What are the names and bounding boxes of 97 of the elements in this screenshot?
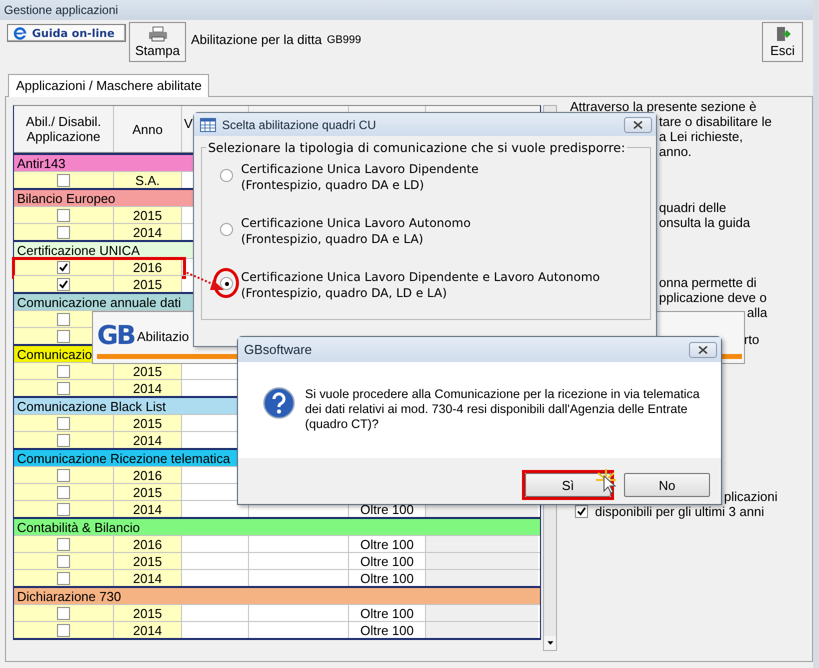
- annotation-arrow: [182, 269, 226, 293]
- window-title: Gestione applicazioni: [4, 3, 118, 17]
- dialog-button[interactable]: No: [624, 473, 710, 497]
- checkbox[interactable]: [57, 538, 70, 550]
- group-name: Bilancio Europeo: [17, 190, 116, 206]
- column-header: Anno: [114, 106, 182, 152]
- checkbox[interactable]: [57, 364, 70, 378]
- table-cell: Oltre 100: [360, 570, 414, 586]
- group-name: Contabilità & Bilancio: [17, 520, 140, 534]
- help-text-line: alla: [747, 305, 768, 320]
- table-cell: Oltre 100: [360, 606, 414, 620]
- option-label[interactable]: Certificazione Unica Lavoro Autonomo (Frontespizio, quadro DA e LA): [241, 215, 471, 247]
- year-cell: 2016: [133, 260, 162, 274]
- group-name: Comunicazione Ricezione telematica: [17, 450, 230, 466]
- dialog-title: GBsoftware: [244, 342, 312, 357]
- radio-button[interactable]: [220, 223, 233, 236]
- group-name: Comunicazione annuale dati: [17, 294, 182, 310]
- company-code: GB999: [326, 34, 362, 46]
- checkbox[interactable]: [57, 382, 70, 394]
- help-text-line: pplicazione deve o: [659, 290, 767, 305]
- help-text-line: onsulta la guida: [659, 215, 750, 230]
- close-icon: [698, 346, 708, 354]
- message-text: Si vuole procedere alla Comunicazione per la ricezione in via telematica dei dati relativi ai mod. 730-4 resi disponibili dall'Agenzia delle Entrate (quadro CT)?: [305, 387, 700, 432]
- dialog-button[interactable]: Sì: [525, 473, 611, 497]
- group-name: Comunicazione Black List: [17, 398, 166, 414]
- help-text-line: onna permette di: [659, 275, 757, 290]
- table-cell: Oltre 100: [360, 536, 414, 552]
- checkbox[interactable]: [57, 486, 70, 498]
- browser-icon: [13, 26, 27, 40]
- checkbox[interactable]: [57, 416, 70, 430]
- checkbox[interactable]: [57, 554, 70, 568]
- year-cell: 2015: [133, 208, 162, 222]
- year-cell: 2014: [133, 570, 162, 586]
- checkbox[interactable]: [57, 312, 70, 326]
- cursor-icon: [594, 468, 618, 494]
- exit-door-icon: [774, 26, 790, 42]
- option-label[interactable]: Certificazione Unica Lavoro Dipendente e Lavoro Autonomo (Frontespizio, quadro DA, LD e LA): [241, 269, 600, 301]
- checkbox[interactable]: [57, 174, 70, 186]
- year-cell: 2014: [133, 224, 162, 240]
- table-cell: Oltre 100: [360, 622, 414, 638]
- option-label[interactable]: Certificazione Unica Lavoro Dipendente (Frontespizio, quadro DA e LD): [241, 161, 479, 193]
- help-text-line: anno.: [659, 144, 692, 159]
- group-name: Antir143: [17, 156, 66, 170]
- help-text-line: plicazioni: [724, 489, 778, 504]
- checkbox[interactable]: [57, 208, 70, 222]
- year-cell: 2015: [133, 276, 162, 292]
- close-icon: [633, 120, 643, 128]
- help-text-line: a Lei richieste,: [659, 129, 743, 144]
- checkbox[interactable]: [57, 572, 70, 584]
- radio-button[interactable]: [220, 169, 233, 182]
- checkbox[interactable]: [57, 330, 70, 342]
- year-cell: 2016: [133, 468, 162, 482]
- group-name: Comunicazio: [17, 346, 92, 362]
- checkbox[interactable]: [57, 502, 70, 516]
- question-icon: [263, 387, 295, 419]
- year-cell: 2014: [133, 432, 162, 448]
- help-text-line: quadri delle: [659, 200, 726, 215]
- year-cell: 2014: [133, 380, 162, 396]
- group-name: Certificazione UNICA: [17, 242, 140, 258]
- checkbox[interactable]: [57, 260, 70, 274]
- year-cell: 2015: [133, 416, 162, 430]
- table-cell: Oltre 100: [360, 502, 414, 516]
- year-cell: 2014: [133, 622, 162, 638]
- help-text-line: rto: [744, 332, 760, 347]
- checkbox-label: disponibili per gli ultimi 3 anni: [595, 504, 764, 519]
- year-cell: 2015: [133, 606, 162, 620]
- scroll-down-icon[interactable]: [544, 636, 556, 650]
- print-button[interactable]: Stampa: [129, 22, 186, 62]
- table-cell: Oltre 100: [360, 554, 414, 568]
- checkbox[interactable]: [57, 434, 70, 446]
- company-label: Abilitazione per la ditta: [191, 32, 322, 47]
- year-cell: 2015: [133, 364, 162, 378]
- help-text-line: Attraverso la presente sezione è: [570, 99, 756, 114]
- close-button[interactable]: [689, 342, 717, 358]
- column-header: Abil./ Disabil. Applicazione: [14, 106, 114, 152]
- radio-button[interactable]: [220, 277, 233, 290]
- year-cell: 2016: [133, 536, 162, 552]
- year-cell: 2015: [133, 554, 162, 568]
- help-text-line: tare o disabilitare le: [659, 114, 772, 129]
- checkbox[interactable]: [57, 278, 70, 290]
- logo: GB: [97, 321, 134, 351]
- checkbox[interactable]: [57, 624, 70, 636]
- tab[interactable]: Applicazioni / Maschere abilitate: [8, 74, 209, 97]
- exit-button[interactable]: Esci: [762, 22, 803, 62]
- help-button[interactable]: Guida on-line: [7, 24, 126, 42]
- group-name: Dichiarazione 730: [17, 588, 122, 604]
- printer-icon: [148, 26, 168, 42]
- checkbox[interactable]: [57, 606, 70, 620]
- checkbox[interactable]: [57, 468, 70, 482]
- close-button[interactable]: [624, 116, 652, 132]
- checkbox[interactable]: [575, 505, 588, 518]
- checkbox[interactable]: [57, 226, 70, 238]
- year-cell: 2014: [133, 502, 162, 516]
- year-cell: 2015: [133, 484, 162, 500]
- splash-title: Abilitazio: [137, 329, 190, 344]
- year-cell: S.A.: [135, 172, 160, 188]
- table-icon: [200, 118, 216, 132]
